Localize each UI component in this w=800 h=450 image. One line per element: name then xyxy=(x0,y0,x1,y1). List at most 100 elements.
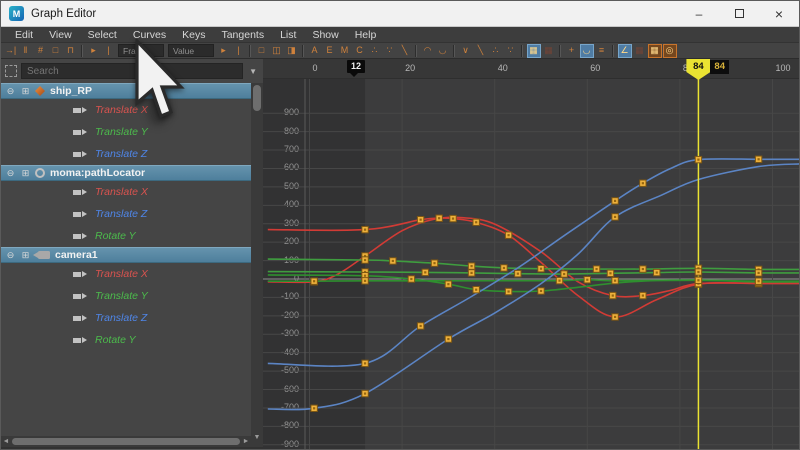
time-snap-toggle-icon[interactable]: ▸ xyxy=(217,44,231,58)
node-label: ship_RP xyxy=(50,85,93,97)
absolute-view-icon[interactable]: □ xyxy=(255,44,269,58)
curve-display-toggle-icon[interactable]: ∠ xyxy=(617,43,632,58)
ease-in-curve-icon[interactable]: ◠ xyxy=(421,44,435,58)
channel-label: Translate Y xyxy=(95,290,148,302)
frame-playback-range-icon[interactable]: ▦ xyxy=(542,44,556,58)
frame-tick-label: 40 xyxy=(497,63,508,73)
minimize-button[interactable]: – xyxy=(679,1,719,26)
frame-tick-label: 20 xyxy=(405,63,416,73)
value-snap-toggle-icon[interactable]: | xyxy=(232,44,246,58)
retime-tool-icon[interactable]: ⊓ xyxy=(64,44,78,58)
menu-keys[interactable]: Keys xyxy=(174,29,213,41)
filter-dropdown-icon[interactable]: ▼ xyxy=(243,67,263,76)
channel-row-translate-x[interactable]: Translate X xyxy=(1,99,251,121)
result-curves-toggle-icon[interactable]: ▦ xyxy=(633,44,647,58)
snap-value-icon[interactable]: | xyxy=(102,44,116,58)
vscroll-thumb[interactable] xyxy=(253,85,261,111)
node-label: camera1 xyxy=(55,249,98,261)
maximize-button[interactable] xyxy=(719,1,759,26)
collapse-icon[interactable]: ⊖ xyxy=(5,250,16,261)
insert-keys-tool-icon[interactable]: ‖ xyxy=(19,44,33,58)
curve-plot[interactable] xyxy=(263,79,800,450)
keyframe-channel-icon xyxy=(73,233,87,239)
frame-all-toggle-icon[interactable]: ▦ xyxy=(526,43,541,58)
menu-help[interactable]: Help xyxy=(347,29,385,41)
time-ruler[interactable]: 020406080100128484 xyxy=(263,59,799,80)
region-tool-icon[interactable]: □ xyxy=(49,44,63,58)
scroll-down-icon[interactable]: ▼ xyxy=(251,434,263,441)
curve-graph-area[interactable]: 020406080100128484 900800700600500400300… xyxy=(263,59,800,450)
channel-outliner: ▼ ⊖⊞ship_RPTranslate XTranslate YTransla… xyxy=(1,59,263,449)
pre-infinity-cycle-icon[interactable]: ◡ xyxy=(579,43,594,58)
stacked-view-icon[interactable]: ◫ xyxy=(270,44,284,58)
toolbar-separator xyxy=(521,44,523,57)
tree-node-ship-rp[interactable]: ⊖ ⊞ ship_RP xyxy=(1,83,251,99)
linear-tangent-icon[interactable]: ∴ xyxy=(368,44,382,58)
camera-icon xyxy=(33,251,50,259)
unify-tangents-icon[interactable]: ╲ xyxy=(474,44,488,58)
current-frame-marker[interactable]: 84 xyxy=(686,59,711,80)
channel-row-translate-x[interactable]: Translate X xyxy=(1,263,251,285)
channel-row-rotate-y[interactable]: Rotate Y xyxy=(1,329,251,351)
dope-sheet-view-icon[interactable]: ▦ xyxy=(647,43,662,58)
mixed-tangent-icon[interactable]: M xyxy=(338,44,352,58)
lattice-deform-keys-tool-icon[interactable]: # xyxy=(34,44,48,58)
channel-label: Translate Z xyxy=(95,208,148,220)
outliner-horizontal-scrollbar[interactable]: ◄ ► xyxy=(1,436,251,447)
step-tangent-icon[interactable]: ╲ xyxy=(398,44,412,58)
current-frame-readout: 84 xyxy=(710,60,729,74)
value-stat-field[interactable]: Value xyxy=(168,44,214,57)
toolbar-separator xyxy=(453,44,455,57)
tree-node-camera1[interactable]: ⊖ ⊞ camera1 xyxy=(1,247,251,263)
collapse-icon[interactable]: ⊖ xyxy=(5,86,16,97)
clamped-tangent-icon[interactable]: C xyxy=(353,44,367,58)
outliner-vertical-scrollbar[interactable]: ▼ xyxy=(251,83,263,449)
scroll-left-icon[interactable]: ◄ xyxy=(1,438,11,445)
ease-out-curve-icon[interactable]: ◡ xyxy=(436,44,450,58)
channel-row-translate-y[interactable]: Translate Y xyxy=(1,121,251,143)
channel-label: Translate Z xyxy=(95,148,148,160)
frame-tick-label: 60 xyxy=(590,63,601,73)
channel-label: Translate Z xyxy=(95,312,148,324)
expand-icon[interactable]: ⊞ xyxy=(20,250,31,261)
scroll-right-icon[interactable]: ► xyxy=(241,438,251,445)
break-tangents-icon[interactable]: ∨ xyxy=(459,44,473,58)
snap-time-icon[interactable]: ▸ xyxy=(87,44,101,58)
channel-row-translate-z[interactable]: Translate Z xyxy=(1,307,251,329)
tree-node-moma-pathlocator[interactable]: ⊖ ⊞ moma:pathLocator xyxy=(1,165,251,181)
channel-row-translate-y[interactable]: Translate Y xyxy=(1,285,251,307)
camera-sequencer-view-icon[interactable]: ◎ xyxy=(662,43,677,58)
channel-row-rotate-y[interactable]: Rotate Y xyxy=(1,225,251,247)
playback-start-tag[interactable]: 12 xyxy=(347,60,366,77)
expand-icon[interactable]: ⊞ xyxy=(20,168,31,179)
collapse-icon[interactable]: ⊖ xyxy=(5,168,16,179)
auto-tangent-icon[interactable]: A xyxy=(308,44,322,58)
toolbar-separator xyxy=(302,44,304,57)
toolbar-separator xyxy=(81,44,83,57)
menu-select[interactable]: Select xyxy=(80,29,125,41)
menu-tangents[interactable]: Tangents xyxy=(213,29,272,41)
menu-curves[interactable]: Curves xyxy=(125,29,174,41)
close-button[interactable]: × xyxy=(759,1,799,26)
channel-row-translate-z[interactable]: Translate Z xyxy=(1,143,251,165)
frame-stat-field[interactable]: Frame xyxy=(118,44,164,57)
expand-icon[interactable]: ⊞ xyxy=(20,86,31,97)
search-input[interactable] xyxy=(21,63,244,79)
flat-tangent-icon[interactable]: ∵ xyxy=(383,44,397,58)
hscroll-thumb[interactable] xyxy=(12,438,240,445)
menu-show[interactable]: Show xyxy=(304,29,346,41)
channel-row-translate-x[interactable]: Translate X xyxy=(1,181,251,203)
free-tangent-weight-icon[interactable]: ∴ xyxy=(489,44,503,58)
pan-zoom-tool-icon[interactable]: + xyxy=(565,44,579,58)
menu-view[interactable]: View xyxy=(41,29,80,41)
normalized-view-icon[interactable]: ◨ xyxy=(285,44,299,58)
post-infinity-cycle-icon[interactable]: ≡ xyxy=(595,44,609,58)
search-row: ▼ xyxy=(1,61,263,81)
lock-tangent-weight-icon[interactable]: ∵ xyxy=(504,44,518,58)
spline-tangent-icon[interactable]: E xyxy=(323,44,337,58)
channel-row-translate-z[interactable]: Translate Z xyxy=(1,203,251,225)
menu-list[interactable]: List xyxy=(272,29,304,41)
move-nearest-key-tool-icon[interactable]: →| xyxy=(4,44,18,58)
selection-filter-icon[interactable] xyxy=(5,65,17,77)
menu-edit[interactable]: Edit xyxy=(7,29,41,41)
